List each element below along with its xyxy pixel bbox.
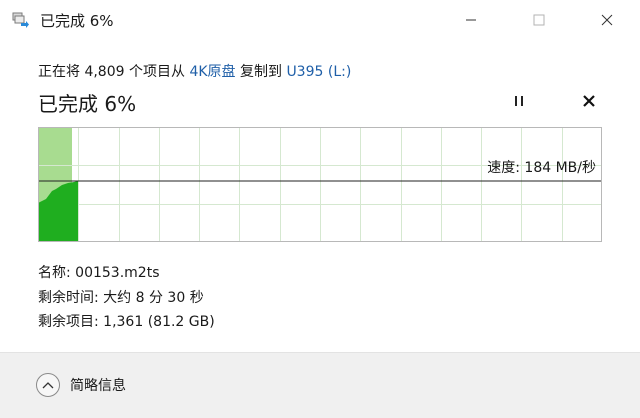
- minimize-icon: [465, 11, 477, 30]
- items-remaining-value: 1,361 (81.2 GB): [103, 314, 215, 330]
- close-button[interactable]: [584, 0, 630, 40]
- title-bar: 已完成 6%: [0, 0, 640, 40]
- window-title: 已完成 6%: [40, 12, 114, 30]
- copy-arrow-icon: [12, 12, 30, 28]
- speed-graph-canvas: [38, 127, 602, 242]
- detail-file-name: 名称: 00153.m2ts: [38, 262, 160, 282]
- maximize-button[interactable]: [516, 0, 562, 40]
- cancel-icon: [582, 93, 596, 112]
- time-remaining-value: 大约 8 分 30 秒: [103, 290, 204, 306]
- name-label: 名称:: [38, 265, 71, 281]
- dialog-footer: 简略信息: [0, 352, 640, 418]
- source-folder-link[interactable]: 4K原盘: [189, 64, 235, 80]
- fewer-details-label: 简略信息: [70, 378, 126, 394]
- pause-icon: [512, 93, 526, 112]
- detail-items-remaining: 剩余项目: 1,361 (81.2 GB): [38, 311, 215, 331]
- cancel-button[interactable]: [577, 90, 601, 114]
- pause-button[interactable]: [507, 90, 531, 114]
- detail-time-remaining: 剩余时间: 大约 8 分 30 秒: [38, 287, 204, 307]
- progress-heading: 已完成 6%: [38, 92, 137, 116]
- speed-label: 速度: 184 MB/秒: [487, 160, 596, 176]
- time-remaining-label: 剩余时间:: [38, 290, 99, 306]
- copy-summary: 正在将 4,809 个项目从 4K原盘 复制到 U395 (L:): [38, 61, 351, 81]
- items-remaining-label: 剩余项目:: [38, 314, 99, 330]
- fewer-details-toggle[interactable]: 简略信息: [36, 371, 126, 399]
- summary-prefix: 正在将 4,809 个项目从: [38, 64, 185, 80]
- name-value: 00153.m2ts: [75, 265, 160, 281]
- close-icon: [601, 11, 613, 30]
- transfer-speed-graph: 速度: 184 MB/秒: [38, 127, 602, 242]
- destination-drive-link[interactable]: U395 (L:): [286, 64, 351, 80]
- maximize-icon: [533, 11, 545, 30]
- minimize-button[interactable]: [448, 0, 494, 40]
- summary-middle: 复制到: [239, 64, 282, 80]
- chevron-up-icon: [36, 373, 60, 397]
